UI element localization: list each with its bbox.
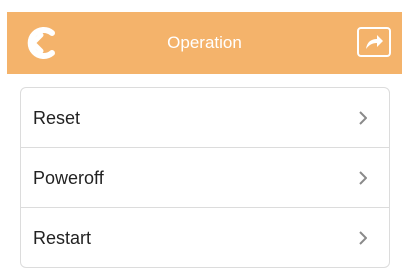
menu-item-restart[interactable]: Restart bbox=[21, 208, 389, 267]
back-button[interactable] bbox=[22, 24, 60, 62]
share-button[interactable] bbox=[357, 27, 391, 57]
back-arrow-icon bbox=[27, 27, 55, 59]
share-icon bbox=[366, 35, 383, 49]
menu-item-label: Restart bbox=[33, 228, 92, 248]
page-title: Operation bbox=[167, 33, 242, 52]
menu-item-label: Reset bbox=[33, 108, 81, 128]
menu-item-reset[interactable]: Reset bbox=[21, 88, 389, 148]
chevron-right-icon bbox=[359, 111, 367, 125]
menu-item-poweroff[interactable]: Poweroff bbox=[21, 148, 389, 208]
menu-item-label: Poweroff bbox=[33, 168, 104, 188]
operation-menu: Reset Poweroff Restart bbox=[20, 87, 390, 268]
chevron-right-icon bbox=[359, 231, 367, 245]
header-bar: Operation bbox=[7, 12, 402, 74]
chevron-right-icon bbox=[359, 171, 367, 185]
